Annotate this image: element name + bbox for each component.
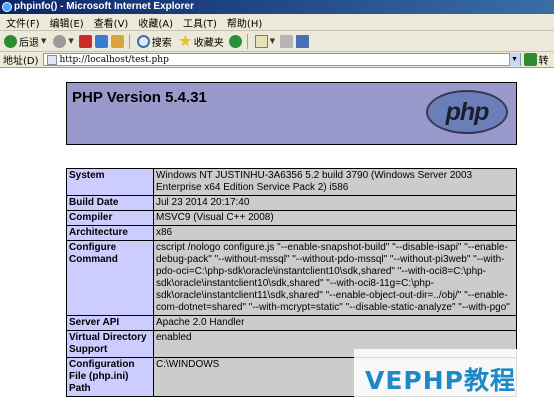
menu-bar: 文件(F) 编辑(E) 查看(V) 收藏(A) 工具(T) 帮助(H) bbox=[0, 14, 554, 31]
menu-help[interactable]: 帮助(H) bbox=[223, 15, 268, 30]
back-button[interactable]: 后退 ▼ bbox=[2, 34, 48, 49]
favorites-label: 收藏夹 bbox=[193, 37, 224, 49]
go-arrow-icon[interactable] bbox=[523, 53, 537, 66]
back-label: 后退 bbox=[19, 37, 39, 49]
row-key: Server API bbox=[66, 315, 154, 331]
window-titlebar: phpinfo() - Microsoft Internet Explorer bbox=[0, 0, 554, 14]
watermark-text: VEPHP教程 bbox=[365, 366, 516, 395]
table-row: Compiler MSVC9 (Visual C++ 2008) bbox=[66, 210, 517, 226]
window-title: phpinfo() - Microsoft Internet Explorer bbox=[14, 1, 194, 12]
refresh-icon[interactable] bbox=[94, 34, 108, 48]
table-row: Build Date Jul 23 2014 20:17:40 bbox=[66, 195, 517, 211]
table-row: System Windows NT JUSTINHU-3A6356 5.2 bu… bbox=[66, 168, 517, 196]
address-bar: 地址(D) http://localhost/test.php ▼ 转 bbox=[0, 52, 554, 68]
print-icon[interactable] bbox=[280, 34, 294, 48]
table-row: Configure Command cscript /nologo config… bbox=[66, 240, 517, 316]
row-value: cscript /nologo configure.js "--enable-s… bbox=[153, 240, 517, 316]
table-row: Architecture x86 bbox=[66, 225, 517, 241]
page-content: PHP Version 5.4.31 php System Windows NT… bbox=[0, 69, 554, 405]
menu-file[interactable]: 文件(F) bbox=[2, 15, 46, 30]
address-label: 地址(D) bbox=[3, 56, 39, 67]
stop-icon[interactable] bbox=[78, 34, 92, 48]
mail-icon bbox=[254, 34, 268, 48]
menu-tools[interactable]: 工具(T) bbox=[179, 15, 223, 30]
address-url[interactable]: http://localhost/test.php bbox=[60, 55, 509, 65]
favorites-button[interactable]: 收藏夹 bbox=[177, 34, 226, 49]
menu-favorites[interactable]: 收藏(A) bbox=[134, 15, 179, 30]
php-version-header: PHP Version 5.4.31 php bbox=[66, 82, 517, 145]
chevron-down-icon[interactable]: ▼ bbox=[68, 37, 73, 45]
edit-icon[interactable] bbox=[296, 34, 310, 48]
toolbar-separator bbox=[246, 33, 248, 49]
address-dropdown-icon[interactable]: ▼ bbox=[508, 53, 520, 66]
go-button[interactable]: 转 bbox=[539, 52, 549, 67]
php-version-title: PHP Version 5.4.31 bbox=[72, 89, 207, 106]
address-input[interactable]: http://localhost/test.php ▼ bbox=[42, 53, 521, 66]
row-key: Build Date bbox=[66, 195, 154, 211]
table-row: Server API Apache 2.0 Handler bbox=[66, 315, 517, 331]
search-button[interactable]: 搜索 bbox=[135, 34, 174, 49]
row-value: x86 bbox=[153, 225, 517, 241]
row-value: Apache 2.0 Handler bbox=[153, 315, 517, 331]
row-key: Compiler bbox=[66, 210, 154, 226]
toolbar-separator bbox=[128, 33, 130, 49]
mail-button[interactable]: ▼ bbox=[253, 34, 277, 48]
forward-button[interactable]: ▼ bbox=[51, 34, 75, 48]
row-key: System bbox=[66, 168, 154, 196]
menu-edit[interactable]: 编辑(E) bbox=[46, 15, 90, 30]
row-key: Configure Command bbox=[66, 240, 154, 316]
home-icon[interactable] bbox=[110, 34, 124, 48]
row-value: MSVC9 (Visual C++ 2008) bbox=[153, 210, 517, 226]
chevron-down-icon[interactable]: ▼ bbox=[41, 37, 46, 45]
star-icon bbox=[179, 34, 192, 47]
row-value: Jul 23 2014 20:17:40 bbox=[153, 195, 517, 211]
toolbar: 后退 ▼ ▼ 搜索 收藏夹 ▼ bbox=[0, 31, 554, 52]
watermark: VEPHP教程 bbox=[0, 349, 554, 405]
php-logo-text: php bbox=[445, 97, 490, 126]
media-icon[interactable] bbox=[228, 34, 242, 48]
search-label: 搜索 bbox=[151, 37, 172, 49]
chevron-down-icon[interactable]: ▼ bbox=[270, 37, 275, 45]
ie-logo-icon bbox=[2, 2, 12, 12]
menu-view[interactable]: 查看(V) bbox=[90, 15, 135, 30]
search-icon bbox=[136, 34, 150, 48]
page-icon bbox=[46, 54, 57, 65]
back-arrow-icon bbox=[4, 34, 17, 48]
php-logo-icon[interactable]: php bbox=[426, 90, 508, 134]
row-key: Architecture bbox=[66, 225, 154, 241]
forward-arrow-icon bbox=[53, 34, 67, 48]
row-value: Windows NT JUSTINHU-3A6356 5.2 build 379… bbox=[153, 168, 517, 196]
